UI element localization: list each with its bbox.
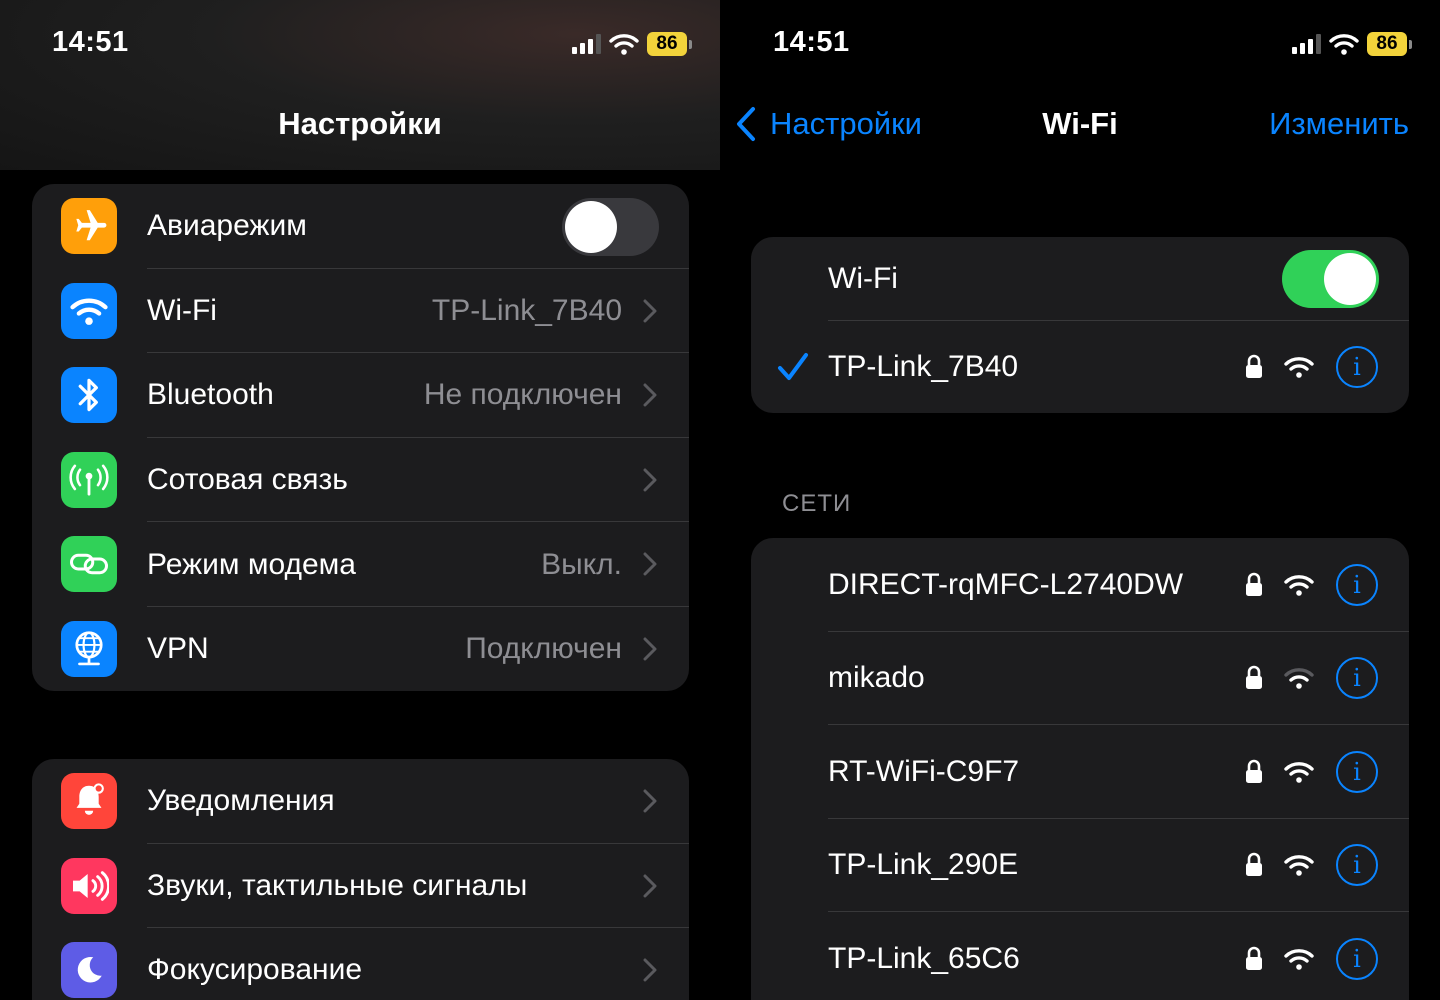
back-button-label: Настройки (770, 106, 923, 141)
chevron-right-icon (643, 958, 657, 982)
cellular-icon (61, 451, 117, 508)
lock-icon (1246, 759, 1262, 783)
network-name: TP-Link_290E (828, 848, 1019, 882)
wifi-status-icon (609, 34, 639, 55)
airplane-mode-toggle[interactable] (562, 198, 659, 256)
settings-row-hotspot[interactable]: Режим модема Выкл. (32, 522, 689, 607)
settings-row-label: Bluetooth (147, 378, 274, 412)
wifi-toggle-label: Wi-Fi (828, 262, 898, 295)
settings-row-notifications[interactable]: Уведомления (32, 759, 689, 844)
info-icon[interactable]: i (1336, 346, 1378, 388)
bluetooth-icon (61, 367, 117, 424)
settings-row-vpn[interactable]: VPN Подключен (32, 607, 689, 691)
network-name: TP-Link_65C6 (828, 941, 1020, 975)
networks-group: DIRECT-rqMFC-L2740DW i mikado i RT-WiFi-… (751, 538, 1409, 1000)
back-button[interactable]: Настройки (736, 106, 922, 142)
network-name: DIRECT-rqMFC-L2740DW (828, 567, 1184, 601)
settings-row-bluetooth[interactable]: Bluetooth Не подключен (32, 353, 689, 438)
settings-row-label: VPN (147, 632, 209, 666)
wifi-screen: 14:51 86 Настройки Wi-Fi Изменить Wi-Fi (720, 0, 1440, 1000)
page-title: Настройки (278, 106, 442, 141)
cellular-signal-icon (572, 34, 601, 54)
wifi-signal-icon (1284, 761, 1314, 783)
cellular-signal-icon (1292, 34, 1321, 54)
battery-icon: 86 (1367, 32, 1412, 56)
settings-row-label: Звуки, тактильные сигналы (147, 868, 528, 902)
moon-icon (61, 942, 117, 999)
info-icon[interactable]: i (1336, 563, 1378, 606)
status-time: 14:51 (52, 26, 129, 58)
wifi-icon (61, 282, 117, 339)
settings-row-label: Авиарежим (147, 209, 307, 243)
battery-level: 86 (647, 32, 687, 56)
settings-row-value: Не подключен (423, 378, 622, 412)
info-icon[interactable]: i (1336, 657, 1378, 700)
settings-row-airplane: Авиарежим (32, 184, 689, 269)
networks-section-header: СЕТИ (782, 490, 852, 517)
network-row[interactable]: TP-Link_65C6 i (751, 912, 1409, 1000)
speaker-icon (61, 857, 117, 914)
chevron-right-icon (643, 468, 657, 492)
network-name: RT-WiFi-C9F7 (828, 754, 1020, 788)
checkmark-icon (778, 353, 808, 380)
settings-row-wifi[interactable]: Wi-Fi TP-Link_7B40 (32, 269, 689, 354)
settings-row-value: TP-Link_7B40 (431, 293, 622, 327)
network-row[interactable]: DIRECT-rqMFC-L2740DW i (751, 538, 1409, 632)
wifi-toggle[interactable] (1282, 250, 1379, 308)
lock-icon (1246, 666, 1262, 690)
network-row[interactable]: mikado i (751, 632, 1409, 725)
network-name: mikado (828, 661, 925, 695)
settings-row-cellular[interactable]: Сотовая связь (32, 438, 689, 523)
chevron-right-icon (643, 383, 657, 407)
settings-screen: 14:51 86 Настройки Авиарежим Wi-Fi TP-Li… (0, 0, 720, 1000)
connectivity-group: Авиарежим Wi-Fi TP-Link_7B40 Bluetooth Н… (32, 184, 689, 691)
notifications-group: Уведомления Звуки, тактильные сигналы Фо… (32, 759, 689, 1000)
connected-network-row[interactable]: TP-Link_7B40 i (751, 321, 1409, 413)
network-name: TP-Link_7B40 (828, 350, 1019, 383)
chevron-right-icon (643, 552, 657, 576)
wifi-current-group: Wi-Fi TP-Link_7B40 i (751, 237, 1409, 413)
airplane-icon (61, 198, 117, 254)
info-icon[interactable]: i (1336, 937, 1378, 980)
wifi-signal-icon (1284, 668, 1314, 690)
battery-icon: 86 (647, 32, 692, 56)
battery-level: 86 (1367, 32, 1407, 56)
info-icon[interactable]: i (1336, 844, 1378, 887)
lock-icon (1246, 946, 1262, 970)
chevron-right-icon (643, 637, 657, 661)
network-row[interactable]: TP-Link_290E i (751, 819, 1409, 912)
lock-icon (1246, 853, 1262, 877)
chevron-right-icon (643, 789, 657, 813)
edit-button[interactable]: Изменить (1269, 106, 1409, 142)
info-icon[interactable]: i (1336, 750, 1378, 793)
status-time: 14:51 (773, 26, 850, 58)
settings-row-label: Уведомления (147, 784, 335, 818)
wifi-signal-icon (1284, 855, 1314, 877)
network-row[interactable]: RT-WiFi-C9F7 i (751, 725, 1409, 819)
settings-row-sounds[interactable]: Звуки, тактильные сигналы (32, 844, 689, 929)
status-bar: 14:51 86 (0, 0, 720, 90)
lock-icon (1246, 354, 1262, 378)
notifications-bell-icon (61, 773, 117, 829)
settings-row-label: Режим модема (147, 547, 356, 581)
chevron-left-icon (737, 107, 755, 141)
wifi-signal-icon (1284, 574, 1314, 596)
settings-row-label: Сотовая связь (147, 463, 348, 497)
settings-row-value: Подключен (465, 632, 622, 666)
wifi-status-icon (1329, 34, 1359, 55)
wifi-signal-icon (1284, 948, 1314, 970)
hotspot-icon (61, 536, 117, 593)
lock-icon (1246, 572, 1262, 596)
settings-row-label: Wi-Fi (147, 293, 217, 327)
wifi-signal-icon (1284, 357, 1314, 378)
chevron-right-icon (643, 874, 657, 898)
settings-row-label: Фокусирование (147, 953, 363, 987)
vpn-globe-icon (61, 620, 117, 677)
status-bar: 14:51 86 (720, 0, 1440, 90)
settings-row-value: Выкл. (541, 547, 622, 581)
wifi-toggle-row: Wi-Fi (751, 237, 1409, 321)
chevron-right-icon (643, 299, 657, 323)
settings-row-focus[interactable]: Фокусирование (32, 928, 689, 1000)
